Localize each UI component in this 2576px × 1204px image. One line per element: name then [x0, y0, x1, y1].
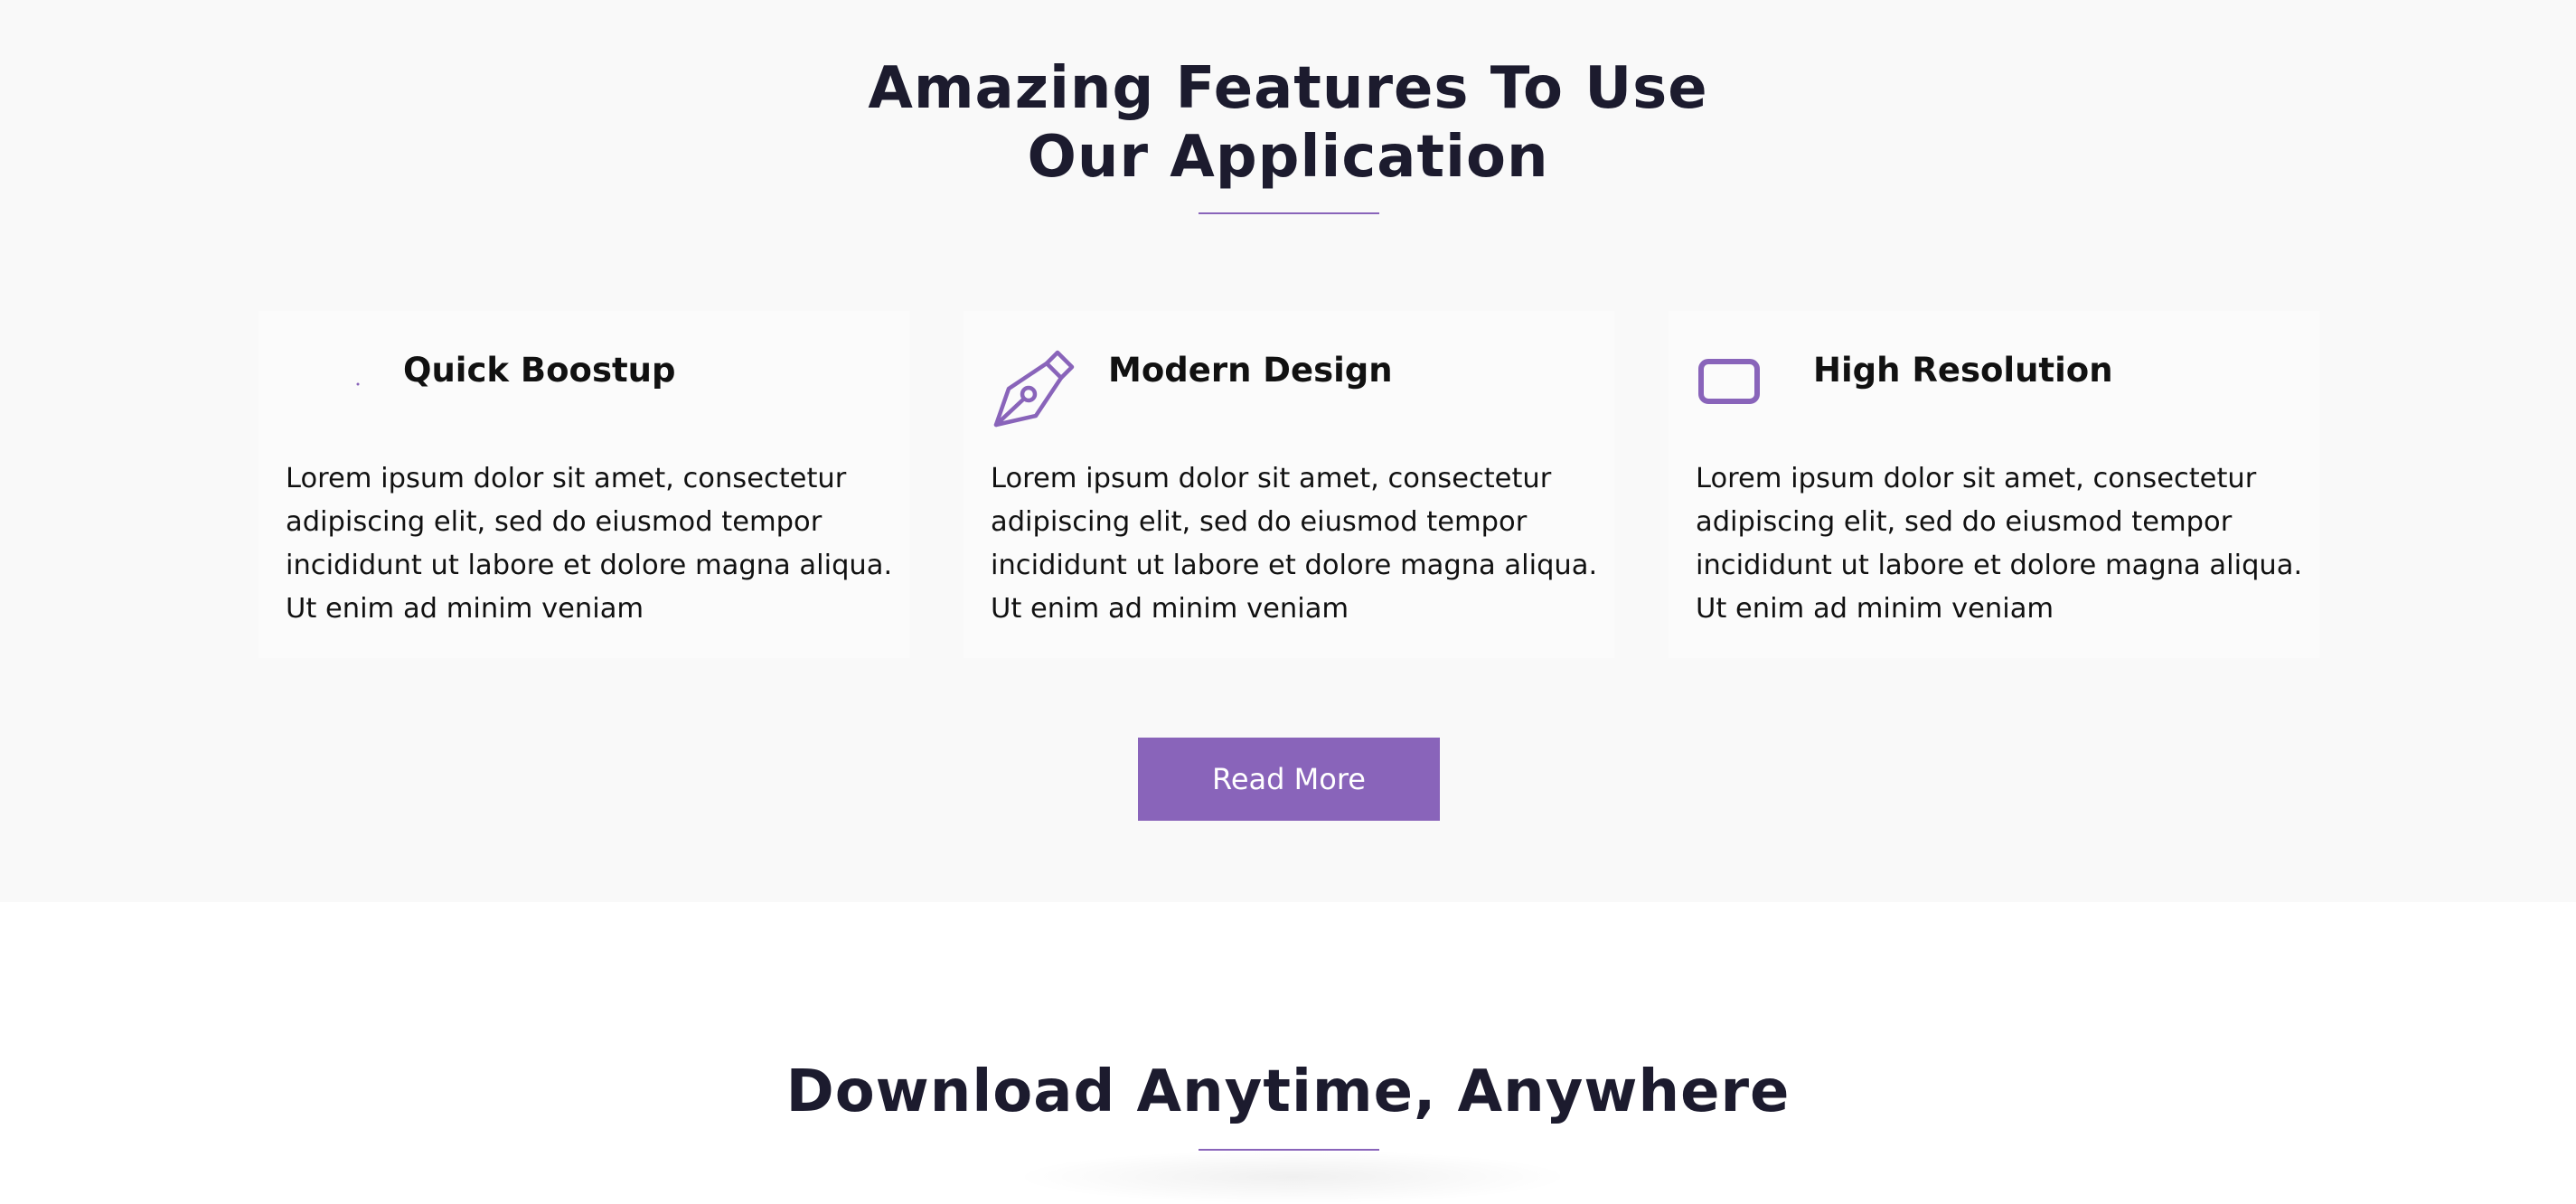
rocket-icon — [286, 338, 376, 428]
features-title-line-1: Amazing Features To Use — [868, 55, 1708, 122]
feature-card-text: Lorem ipsum dolor sit amet, consectetur … — [286, 463, 893, 625]
features-section: Amazing Features To Use Our Application … — [0, 0, 2576, 902]
download-title-underline — [1199, 1149, 1379, 1151]
features-title-line-2: Our Application — [1027, 124, 1549, 191]
feature-card-text: Lorem ipsum dolor sit amet, consectetur … — [1696, 463, 2303, 625]
feature-card-quick-boostup: Quick Boostup Lorem ipsum dolor sit amet… — [259, 311, 909, 658]
download-title: Download Anytime, Anywhere — [785, 1058, 1791, 1125]
features-title: Amazing Features To Use Our Application — [0, 54, 2576, 192]
read-more-button[interactable]: Read More — [1138, 738, 1440, 821]
feature-card-modern-design: Modern Design Lorem ipsum dolor sit amet… — [964, 311, 1614, 658]
pen-nib-icon — [991, 338, 1081, 428]
feature-card-title: Quick Boostup — [403, 351, 676, 390]
feature-card-text: Lorem ipsum dolor sit amet, consectetur … — [991, 463, 1598, 625]
feature-card-high-resolution: High Resolution Lorem ipsum dolor sit am… — [1669, 311, 2319, 658]
feature-card-title: High Resolution — [1813, 351, 2113, 390]
screen-icon — [1696, 338, 1786, 428]
features-title-underline — [1199, 212, 1379, 214]
feature-card-title: Modern Design — [1108, 351, 1393, 390]
phone-shadow — [1012, 1150, 1573, 1204]
